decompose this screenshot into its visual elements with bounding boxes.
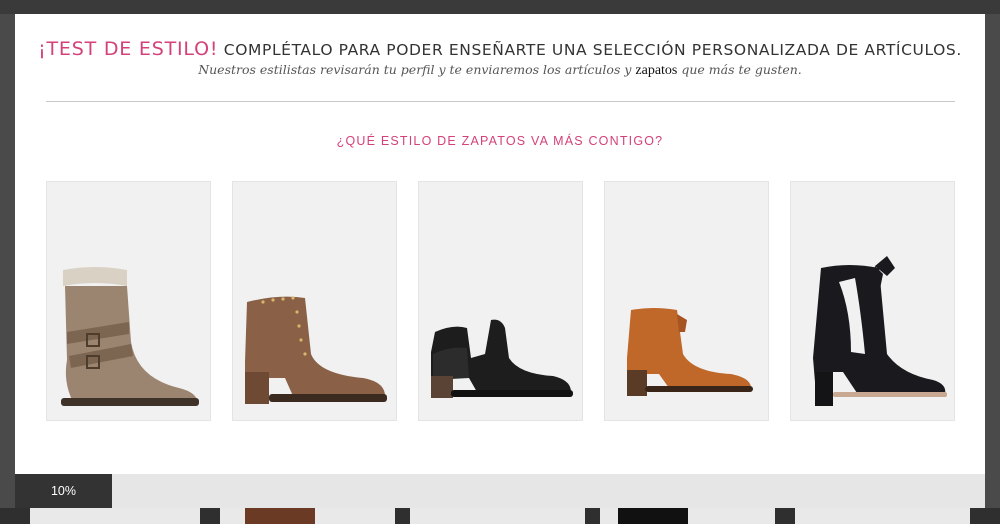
- background-page-peek: [0, 508, 1000, 524]
- subtitle-text: Nuestros estilistas revisarán tu perfil …: [198, 62, 632, 77]
- background-overlay: [0, 0, 1000, 14]
- shoe-option-3[interactable]: [418, 181, 583, 421]
- modal-title: ¡Test de estilo! Complétalo para poder e…: [15, 38, 985, 60]
- shoe-option-4[interactable]: [604, 181, 769, 421]
- background-product-card: [600, 508, 775, 524]
- black-cutout-bootie-icon: [431, 319, 573, 398]
- shoe-option-1[interactable]: [46, 181, 211, 421]
- progress-bar: 10%: [15, 474, 985, 508]
- style-quiz-modal: ¡Test de estilo! Complétalo para poder e…: [15, 14, 985, 508]
- subtitle-text-end: que más te gusten.: [681, 62, 802, 77]
- divider: [46, 101, 955, 102]
- slouch-boot-with-buckles-icon: [61, 267, 199, 406]
- title-accent: ¡Test de estilo!: [38, 38, 219, 60]
- background-product-card: [30, 508, 200, 524]
- background-product-card: [410, 508, 585, 524]
- background-product-card: [220, 508, 395, 524]
- shoe-option-5[interactable]: [790, 181, 955, 421]
- studded-brown-ankle-boot-icon: [245, 296, 387, 404]
- shoes-link[interactable]: zapatos: [635, 63, 677, 78]
- shoe-option-2[interactable]: [232, 181, 397, 421]
- black-heeled-bow-bootie-icon: [813, 256, 947, 406]
- modal-subtitle: Nuestros estilistas revisarán tu perfil …: [15, 62, 985, 79]
- title-text: Complétalo para poder enseñarte una sele…: [223, 41, 962, 59]
- background-product-card: [795, 508, 970, 524]
- progress-fill: 10%: [15, 474, 112, 508]
- cognac-ankle-boot-icon: [627, 308, 753, 396]
- quiz-question: ¿Qué estilo de zapatos va más contigo?: [336, 134, 664, 148]
